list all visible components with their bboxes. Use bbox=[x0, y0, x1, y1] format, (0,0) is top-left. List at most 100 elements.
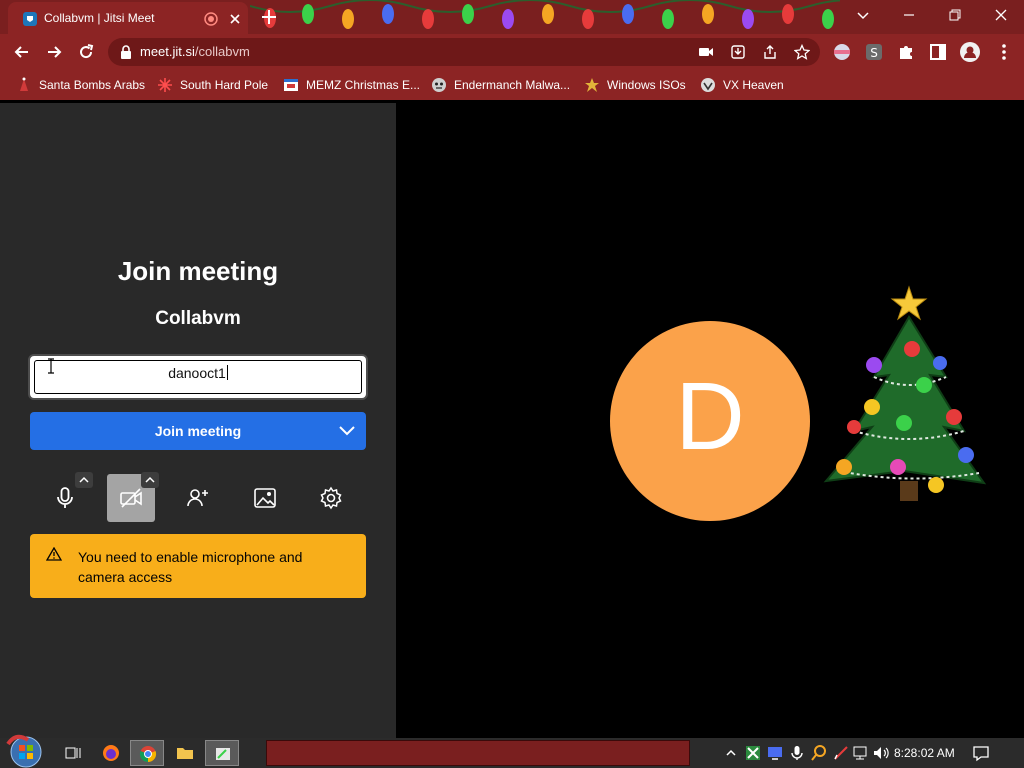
taskbar-file-explorer[interactable] bbox=[168, 740, 202, 766]
virtual-background-button[interactable] bbox=[241, 474, 289, 522]
extensions-puzzle-icon[interactable] bbox=[896, 42, 916, 62]
taskbar-clock[interactable]: 8:28:02 AM bbox=[894, 746, 955, 760]
display-name-value: danooct1 bbox=[30, 365, 366, 381]
tray-search-tool-icon[interactable] bbox=[810, 744, 828, 762]
side-panel-icon[interactable] bbox=[928, 42, 948, 62]
close-icon bbox=[995, 9, 1007, 21]
tray-monitor-icon[interactable] bbox=[766, 744, 784, 762]
settings-button[interactable] bbox=[307, 474, 355, 522]
recording-indicator-icon bbox=[204, 12, 218, 26]
bookmark-label: MEMZ Christmas E... bbox=[306, 78, 421, 92]
chevron-down-icon[interactable] bbox=[338, 423, 356, 439]
snowflake-icon bbox=[158, 78, 172, 92]
camera-off-icon bbox=[120, 488, 142, 508]
participant-avatar: D bbox=[610, 321, 810, 521]
tray-pen-icon[interactable] bbox=[832, 744, 850, 762]
menu-dots-icon[interactable] bbox=[994, 42, 1014, 62]
notifications-icon[interactable] bbox=[972, 744, 990, 762]
volume-icon[interactable] bbox=[872, 744, 890, 762]
bookmark-label: Santa Bombs Arabs bbox=[39, 78, 146, 92]
taskbar-chrome[interactable] bbox=[130, 740, 164, 766]
profile-avatar-icon[interactable] bbox=[960, 42, 980, 62]
paint-icon bbox=[216, 748, 230, 760]
windows-isos-icon bbox=[585, 78, 599, 92]
bookmark-label: VX Heaven bbox=[723, 78, 784, 92]
back-arrow-icon[interactable] bbox=[12, 42, 32, 62]
ibeam-cursor-icon bbox=[48, 358, 54, 374]
folder-icon bbox=[177, 748, 193, 759]
gear-icon bbox=[320, 486, 342, 510]
join-meeting-button[interactable]: Join meeting bbox=[30, 412, 366, 450]
page-title: Join meeting bbox=[117, 256, 279, 286]
reload-icon[interactable] bbox=[76, 42, 96, 62]
taskbar-firefox[interactable] bbox=[94, 740, 128, 766]
santa-icon bbox=[20, 77, 28, 91]
extension-flag-icon[interactable] bbox=[832, 42, 852, 62]
close-tab-icon[interactable] bbox=[228, 12, 242, 26]
bookmark-vx-heaven[interactable]: VX Heaven bbox=[700, 76, 784, 94]
microphone-icon bbox=[57, 487, 73, 508]
invite-people-button[interactable] bbox=[174, 474, 222, 522]
url-host: meet.jit.si bbox=[140, 44, 195, 59]
chrome-icon bbox=[139, 746, 157, 763]
tray-microphone-icon[interactable] bbox=[788, 744, 806, 762]
memz-icon bbox=[284, 79, 298, 91]
minimize-button[interactable] bbox=[886, 0, 932, 30]
install-app-icon[interactable] bbox=[730, 44, 746, 60]
video-options-button[interactable] bbox=[141, 472, 159, 488]
taskbar-task-view[interactable] bbox=[56, 740, 90, 766]
url-text: meet.jit.si/collabvm bbox=[140, 44, 250, 59]
add-user-icon bbox=[187, 489, 208, 507]
tab-search-button[interactable] bbox=[840, 0, 886, 30]
start-button-icon[interactable] bbox=[6, 734, 46, 768]
christmas-tree-decoration bbox=[823, 285, 987, 501]
taskbar-app-pinned[interactable] bbox=[205, 740, 239, 766]
permissions-warning: You need to enable microphone and camera… bbox=[30, 534, 366, 598]
firefox-icon bbox=[103, 745, 119, 761]
network-icon[interactable] bbox=[852, 744, 870, 762]
camera-permission-icon[interactable] bbox=[698, 45, 714, 59]
address-bar[interactable]: meet.jit.si/collabvm bbox=[108, 38, 820, 66]
bookmark-memz-christmas[interactable]: MEMZ Christmas E... bbox=[283, 76, 420, 94]
tray-app-icon[interactable] bbox=[744, 744, 762, 762]
restore-button[interactable] bbox=[932, 0, 978, 30]
room-name: Collabvm bbox=[155, 308, 241, 329]
bookmark-santa-bombs-arabs[interactable]: Santa Bombs Arabs bbox=[16, 76, 145, 94]
forward-arrow-icon[interactable] bbox=[44, 42, 64, 62]
bookmark-star-icon[interactable] bbox=[794, 44, 810, 60]
vx-heaven-icon bbox=[701, 78, 715, 92]
extension-s-icon[interactable]: S bbox=[864, 42, 884, 62]
bookmark-endermanch-malware[interactable]: Endermanch Malwa... bbox=[431, 76, 570, 94]
join-meeting-label: Join meeting bbox=[154, 423, 242, 439]
close-window-button[interactable] bbox=[978, 0, 1024, 30]
bookmark-label: Windows ISOs bbox=[607, 78, 686, 92]
audio-options-button[interactable] bbox=[75, 472, 93, 488]
task-view-icon bbox=[65, 747, 81, 759]
prejoin-panel: Join meeting Collabvm danooct1 Join meet… bbox=[0, 103, 396, 738]
taskbar-window-chrome[interactable] bbox=[266, 740, 690, 766]
bookmark-windows-isos[interactable]: Windows ISOs bbox=[584, 76, 686, 94]
jitsi-favicon-icon bbox=[23, 12, 37, 26]
tab-title: Collabvm | Jitsi Meet bbox=[44, 11, 155, 25]
christmas-lights-decoration bbox=[250, 0, 840, 29]
browser-toolbar: meet.jit.si/collabvm S bbox=[0, 34, 1024, 70]
new-tab-icon[interactable] bbox=[260, 8, 278, 26]
chevron-up-icon bbox=[145, 476, 155, 483]
windows-taskbar: 8:28:02 AM bbox=[0, 734, 1024, 768]
bookmarks-bar: Santa Bombs Arabs South Hard Pole MEMZ C… bbox=[0, 70, 1024, 100]
share-icon[interactable] bbox=[762, 44, 778, 60]
svg-text:S: S bbox=[870, 46, 878, 60]
bookmark-label: South Hard Pole bbox=[180, 78, 269, 92]
url-path: /collabvm bbox=[194, 44, 250, 59]
warning-text: You need to enable microphone and camera… bbox=[78, 549, 303, 585]
tray-overflow-icon[interactable] bbox=[722, 744, 740, 762]
warning-icon bbox=[46, 547, 62, 561]
tab-jitsi[interactable]: Collabvm | Jitsi Meet bbox=[8, 2, 248, 34]
display-name-input[interactable]: danooct1 bbox=[28, 354, 368, 400]
bookmark-south-hard-pole[interactable]: South Hard Pole bbox=[157, 76, 268, 94]
lock-icon[interactable] bbox=[120, 45, 132, 59]
jitsi-page: Join meeting Collabvm danooct1 Join meet… bbox=[0, 103, 1024, 738]
chevron-down-icon bbox=[857, 12, 869, 20]
display-name-text: danooct1 bbox=[168, 365, 226, 381]
minimize-icon bbox=[904, 14, 914, 16]
